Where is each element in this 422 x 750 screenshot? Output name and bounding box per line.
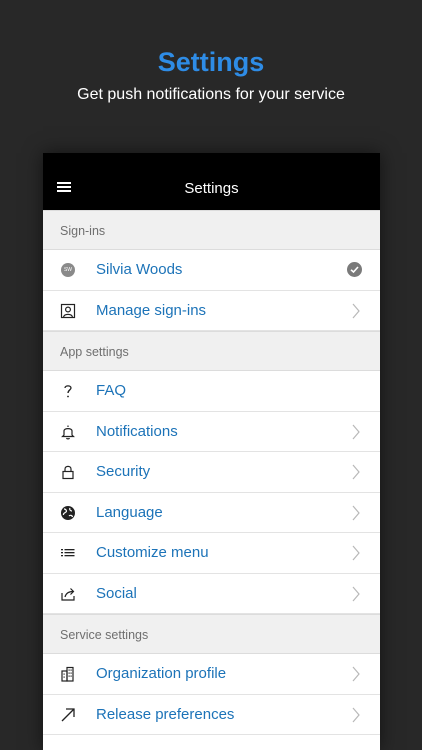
customize-menu-label: Customize menu: [96, 544, 209, 561]
app-bar-title: Settings: [184, 180, 239, 197]
chevron-right-icon: [352, 545, 360, 561]
building-icon: [60, 666, 76, 682]
share-icon: [60, 586, 76, 602]
avatar: SW: [60, 262, 76, 278]
section-header-service-settings: Service settings: [43, 614, 380, 654]
user-badge-icon: [60, 303, 76, 319]
hero-title: Settings: [157, 47, 265, 77]
chevron-right-icon: [352, 424, 360, 439]
check-circle-icon: [347, 262, 362, 277]
chevron-right-icon: [352, 586, 360, 601]
hero-subtitle: Get push notifications for your service: [77, 86, 345, 103]
manage-signins-row[interactable]: Manage sign-ins: [43, 290, 380, 331]
chevron-right-icon: [352, 666, 360, 682]
list-icon: [60, 545, 76, 561]
chevron-right-icon: [352, 464, 360, 480]
avatar-initials: SW: [61, 263, 75, 277]
organization-profile-row[interactable]: Organization profile: [43, 654, 380, 695]
lock-icon: [60, 464, 76, 480]
section-header-label: Service settings: [60, 628, 149, 642]
organization-profile-label: Organization profile: [96, 665, 227, 682]
security-label: Security: [96, 463, 151, 480]
security-row[interactable]: Security: [43, 452, 380, 493]
account-row-silvia-woods[interactable]: SW Silvia Woods: [43, 250, 380, 291]
section-header-label: App settings: [60, 345, 129, 359]
release-preferences-row[interactable]: Release preferences: [43, 694, 380, 735]
section-header-app-settings: App settings: [43, 331, 380, 371]
arrow-up-right-icon: [60, 707, 76, 723]
faq-label: FAQ: [96, 382, 127, 399]
notifications-label: Notifications: [96, 422, 178, 440]
phone-screen: Settings Sign-ins SW Silvia Woods Manage…: [43, 153, 380, 750]
app-bar: Settings: [43, 153, 380, 210]
section-header-label: Sign-ins: [60, 224, 106, 238]
manage-signins-label: Manage sign-ins: [96, 301, 207, 319]
social-label: Social: [96, 584, 137, 602]
question-icon: [60, 383, 76, 399]
faq-row[interactable]: FAQ: [43, 371, 380, 412]
language-label: Language: [96, 503, 163, 521]
social-row[interactable]: Social: [43, 573, 380, 614]
notifications-row[interactable]: Notifications: [43, 411, 380, 452]
section-header-signins: Sign-ins: [43, 210, 380, 250]
bell-icon: [60, 424, 76, 440]
globe-icon: [60, 505, 76, 521]
language-row[interactable]: Language: [43, 492, 380, 533]
chevron-right-icon: [352, 505, 360, 520]
customize-menu-row[interactable]: Customize menu: [43, 533, 380, 574]
chevron-right-icon: [352, 303, 360, 318]
chevron-right-icon: [352, 707, 360, 722]
release-preferences-label: Release preferences: [96, 705, 235, 723]
account-name: Silvia Woods: [96, 261, 183, 278]
